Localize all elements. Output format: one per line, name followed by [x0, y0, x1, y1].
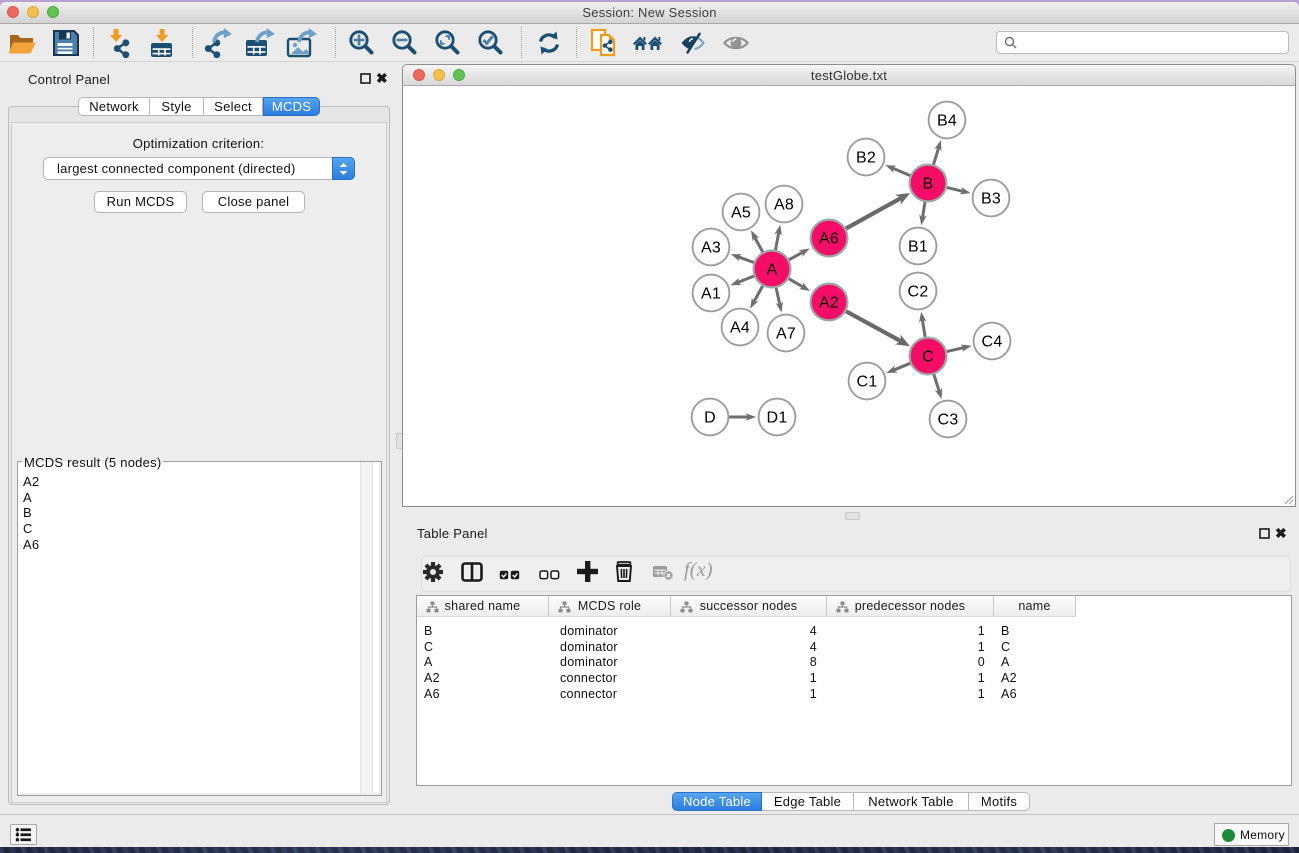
svg-text:B3: B3 [981, 191, 1001, 208]
svg-text:A4: A4 [730, 320, 750, 337]
svg-text:B: B [923, 176, 934, 193]
svg-text:A2: A2 [819, 295, 839, 312]
svg-text:A: A [767, 262, 778, 279]
svg-text:C3: C3 [938, 412, 959, 429]
svg-text:A7: A7 [776, 326, 796, 343]
svg-text:B1: B1 [908, 239, 928, 256]
svg-text:C1: C1 [857, 374, 878, 391]
svg-text:A1: A1 [701, 286, 721, 303]
svg-text:A3: A3 [701, 240, 721, 257]
svg-text:B4: B4 [937, 113, 957, 130]
svg-text:C: C [922, 349, 934, 366]
svg-text:C2: C2 [908, 284, 929, 301]
svg-text:A8: A8 [774, 197, 794, 214]
svg-text:B2: B2 [856, 150, 876, 167]
svg-text:D: D [704, 410, 716, 427]
svg-text:D1: D1 [767, 410, 788, 427]
svg-text:C4: C4 [982, 334, 1003, 351]
svg-text:A5: A5 [731, 205, 751, 222]
svg-text:A6: A6 [819, 231, 839, 248]
